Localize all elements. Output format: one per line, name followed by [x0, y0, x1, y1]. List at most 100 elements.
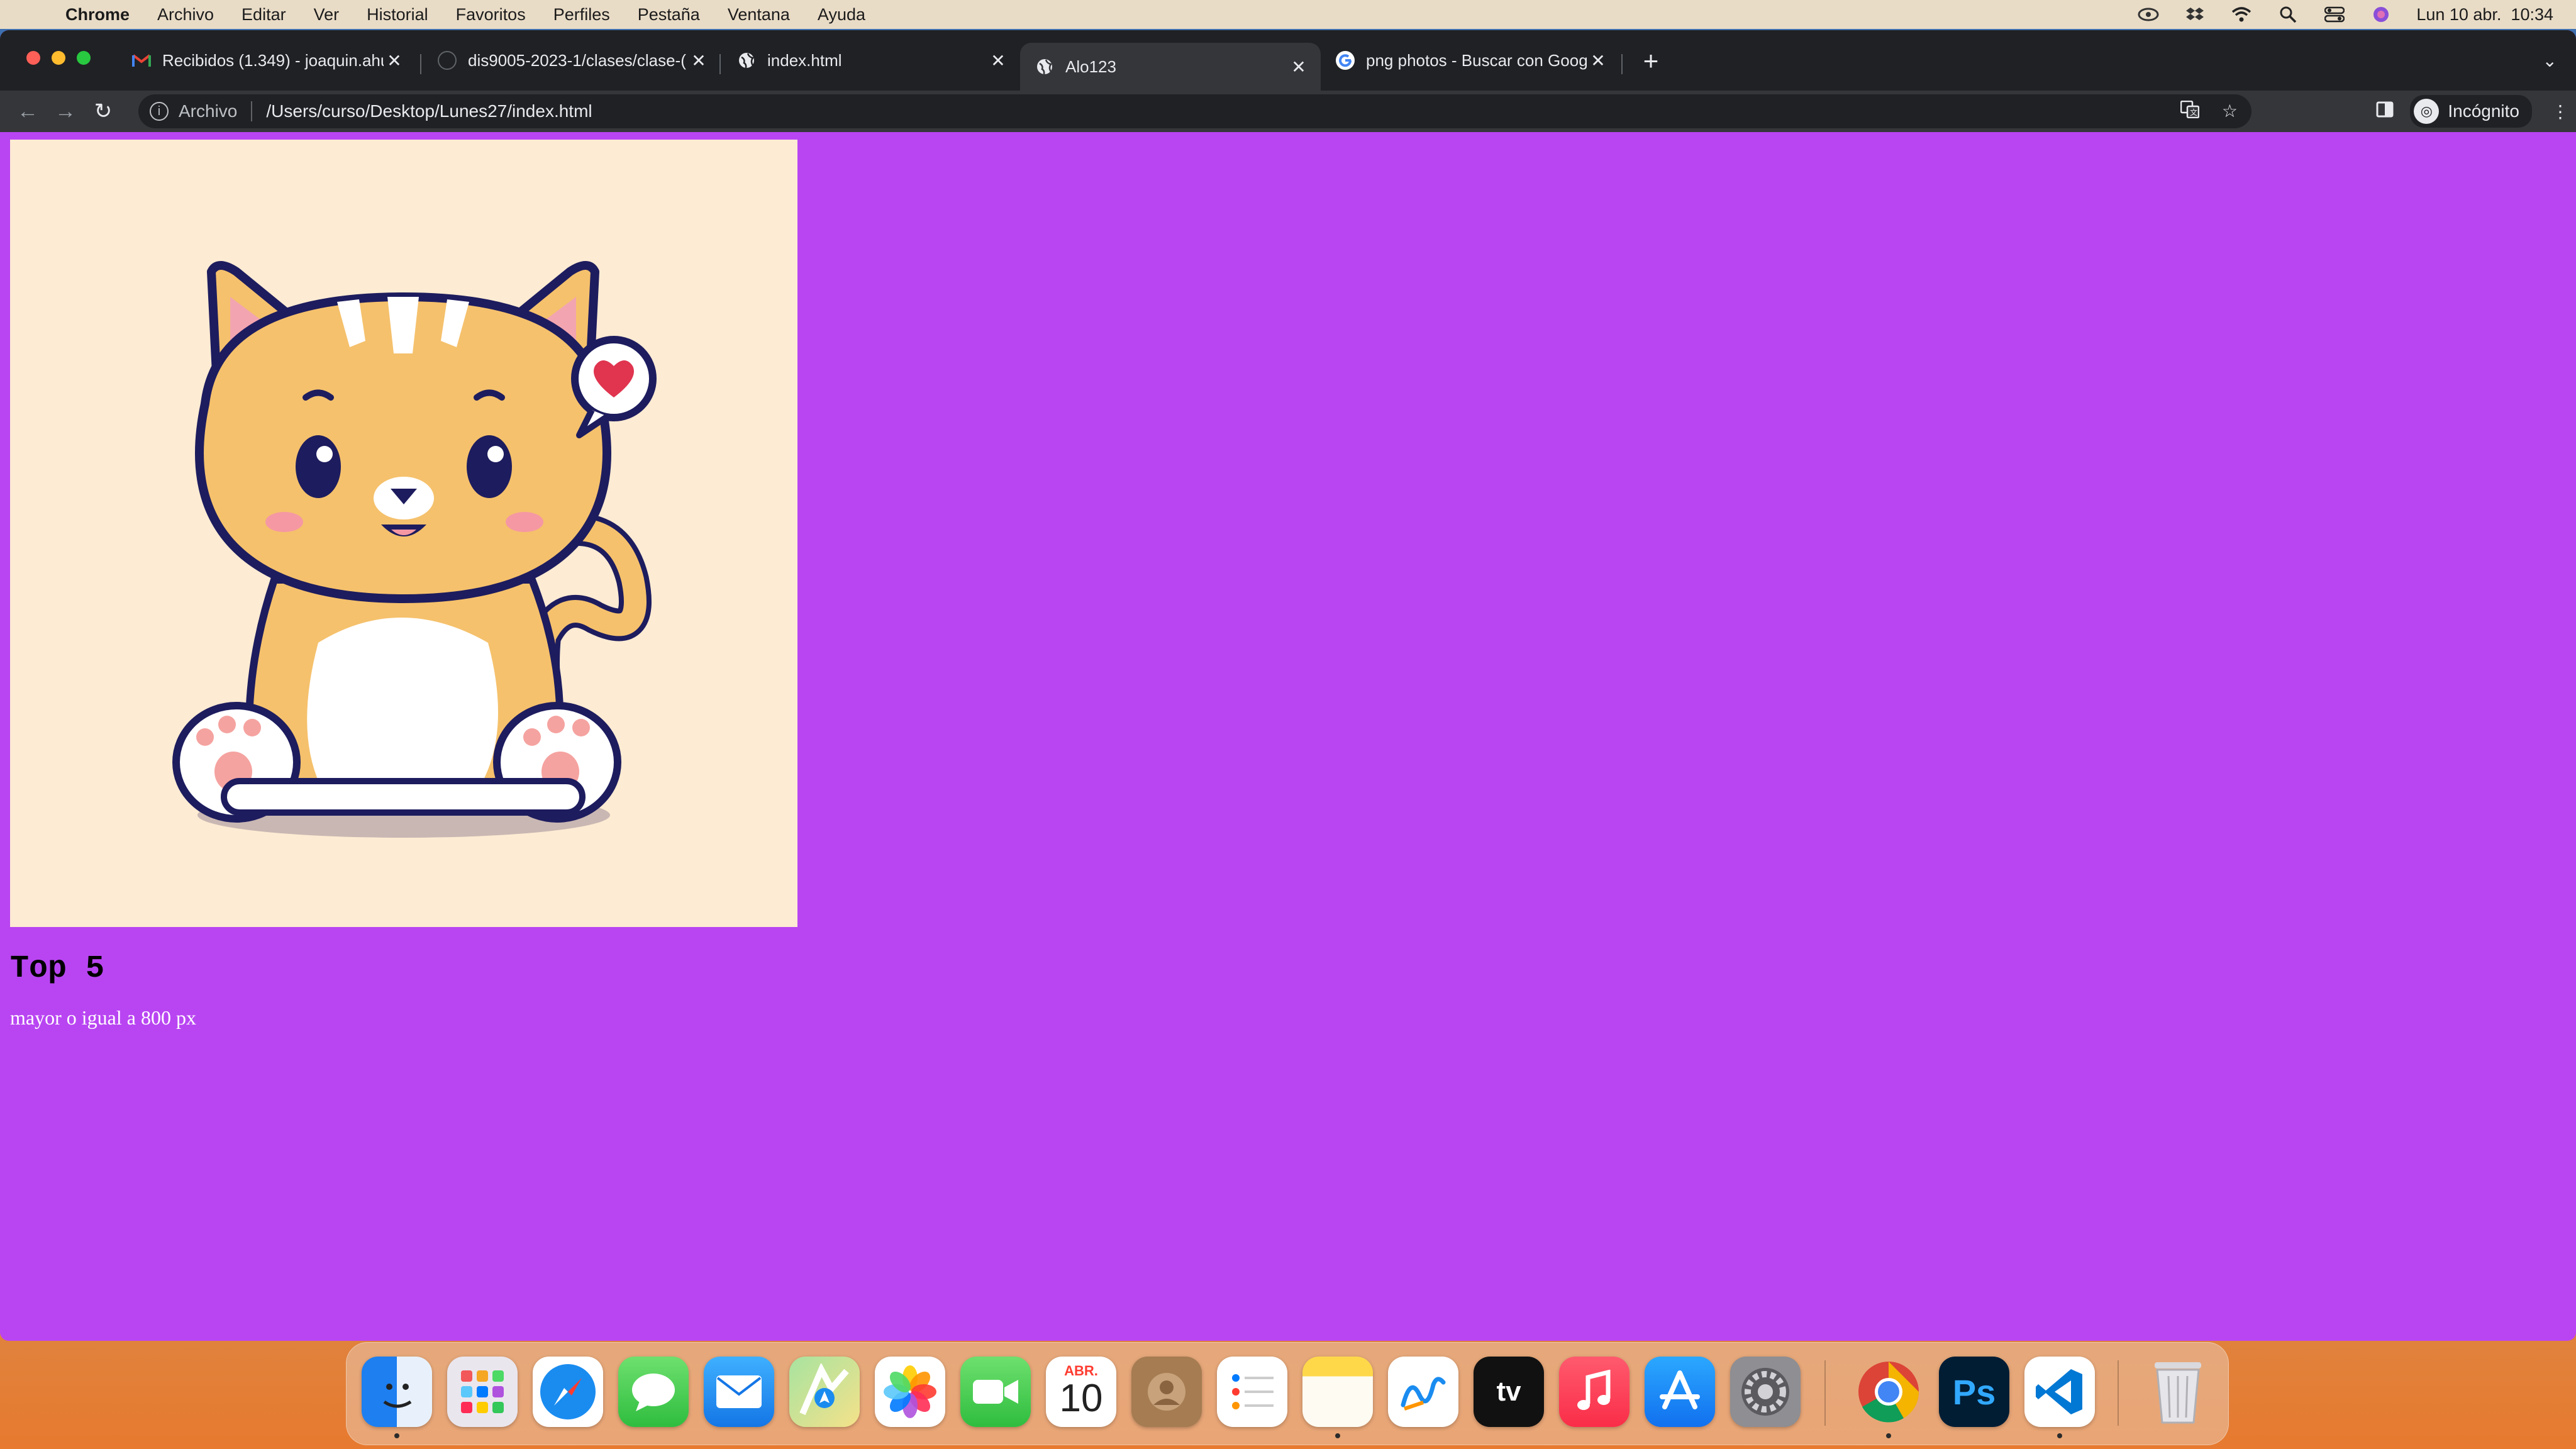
apple-tv-icon[interactable]: tv [1474, 1357, 1544, 1427]
back-button[interactable]: ← [9, 92, 47, 130]
running-indicator [394, 1433, 399, 1438]
tab-alo123-active[interactable]: Alo123 ✕ [1020, 43, 1321, 91]
incognito-label: Incógnito [2448, 101, 2519, 121]
creative-cloud-icon[interactable] [2137, 5, 2160, 24]
url-scheme-label: Archivo [179, 101, 238, 121]
chrome-icon[interactable] [1853, 1357, 1924, 1427]
safari-icon[interactable] [533, 1357, 603, 1427]
tab-divider [420, 54, 421, 74]
incognito-profile-button[interactable]: ◎ Incógnito [2410, 95, 2532, 128]
contacts-icon[interactable] [1131, 1357, 1202, 1427]
menu-favoritos[interactable]: Favoritos [456, 5, 526, 25]
menu-archivo[interactable]: Archivo [157, 5, 214, 25]
menu-historial[interactable]: Historial [367, 5, 428, 25]
tab-title: png photos - Buscar con Google [1366, 50, 1587, 70]
photoshop-icon[interactable]: Ps [1939, 1357, 2009, 1427]
calendar-month: ABR. [1064, 1363, 1098, 1379]
close-tab-icon[interactable]: ✕ [987, 50, 1009, 71]
messages-icon[interactable] [618, 1357, 689, 1427]
tab-divider [1621, 54, 1623, 74]
tab-title: Alo123 [1065, 57, 1116, 76]
url-divider [251, 101, 253, 121]
tab-title: index.html [767, 50, 842, 70]
browser-window: Recibidos (1.349) - joaquin.ahu ✕ dis900… [0, 30, 2576, 1341]
menu-editar[interactable]: Editar [242, 5, 286, 25]
fullscreen-window-button[interactable] [77, 51, 91, 65]
apple-tv-label: tv [1496, 1376, 1521, 1407]
tab-title: dis9005-2023-1/clases/clase-( [468, 50, 686, 70]
globe-icon [737, 51, 756, 70]
tab-strip: Recibidos (1.349) - joaquin.ahu ✕ dis900… [0, 30, 2576, 91]
trash-icon[interactable] [2143, 1357, 2213, 1427]
minimize-window-button[interactable] [52, 51, 65, 65]
close-tab-icon[interactable]: ✕ [1587, 50, 1609, 71]
freeform-icon[interactable] [1388, 1357, 1458, 1427]
menu-bar: Chrome Archivo Editar Ver Historial Favo… [0, 0, 2576, 29]
address-bar[interactable]: i Archivo /Users/curso/Desktop/Lunes27/i… [138, 94, 2251, 128]
running-indicator [2057, 1433, 2062, 1438]
close-tab-icon[interactable]: ✕ [1288, 57, 1309, 77]
reload-button[interactable]: ↻ [84, 92, 122, 130]
github-icon [438, 51, 457, 70]
system-settings-icon[interactable] [1730, 1357, 1801, 1427]
launchpad-icon[interactable] [447, 1357, 518, 1427]
mail-icon[interactable] [704, 1357, 774, 1427]
tab-title: Recibidos (1.349) - joaquin.ahu [162, 50, 384, 70]
incognito-icon: ◎ [2414, 99, 2440, 124]
notes-icon[interactable] [1302, 1357, 1373, 1427]
bookmark-star-icon[interactable]: ☆ [2222, 101, 2238, 123]
site-info-icon[interactable]: i [150, 102, 169, 121]
page-content: Top 5 mayor o igual a 800 px [0, 132, 2576, 1341]
page-paragraph: mayor o igual a 800 px [10, 1006, 196, 1029]
browser-toolbar: ← → ↻ i Archivo /Users/curso/Desktop/Lun… [0, 91, 2576, 132]
wifi-icon[interactable] [2230, 5, 2253, 24]
more-options-icon[interactable]: ⋮ [2545, 101, 2576, 122]
translate-icon[interactable]: 文 [2180, 100, 2200, 123]
calendar-day: 10 [1059, 1377, 1103, 1421]
dock-divider [2118, 1360, 2119, 1426]
tab-gmail[interactable]: Recibidos (1.349) - joaquin.ahu ✕ [117, 42, 416, 79]
close-window-button[interactable] [26, 51, 40, 65]
cat-image [10, 140, 797, 927]
reminders-icon[interactable] [1217, 1357, 1287, 1427]
tab-google-search[interactable]: png photos - Buscar con Google ✕ [1321, 42, 1620, 79]
menu-ventana[interactable]: Ventana [728, 5, 790, 25]
music-icon[interactable] [1559, 1357, 1629, 1427]
new-tab-button[interactable]: + [1635, 45, 1667, 77]
close-tab-icon[interactable]: ✕ [384, 50, 405, 71]
tab-search-chevron-icon[interactable]: ⌄ [2543, 50, 2557, 71]
finder-icon[interactable] [362, 1357, 432, 1427]
menu-ver[interactable]: Ver [314, 5, 340, 25]
side-panel-icon[interactable] [2376, 101, 2394, 123]
menu-ayuda[interactable]: Ayuda [818, 5, 865, 25]
menubar-clock[interactable]: Lun 10 abr. 10:34 [2416, 5, 2553, 25]
google-icon [1336, 51, 1355, 70]
photos-icon[interactable] [875, 1357, 945, 1427]
dropbox-icon[interactable] [2184, 5, 2206, 24]
calendar-icon[interactable]: ABR. 10 [1046, 1357, 1116, 1427]
gmail-icon [132, 51, 151, 70]
globe-icon [1035, 57, 1054, 76]
menu-perfiles[interactable]: Perfiles [553, 5, 610, 25]
app-store-icon[interactable] [1645, 1357, 1715, 1427]
vscode-icon[interactable] [2024, 1357, 2095, 1427]
tab-divider [719, 54, 721, 74]
running-indicator [1335, 1433, 1340, 1438]
tab-github[interactable]: dis9005-2023-1/clases/clase-( ✕ [423, 42, 721, 79]
url-text[interactable]: /Users/curso/Desktop/Lunes27/index.html [266, 101, 592, 121]
page-heading: Top 5 [10, 951, 105, 987]
facetime-icon[interactable] [960, 1357, 1031, 1427]
spotlight-search-icon[interactable] [2277, 5, 2299, 24]
dock-divider [1824, 1360, 1826, 1426]
svg-text:文: 文 [2190, 108, 2197, 117]
control-center-icon[interactable] [2323, 5, 2346, 24]
close-tab-icon[interactable]: ✕ [688, 50, 709, 71]
menu-pestana[interactable]: Pestaña [638, 5, 700, 25]
tab-index-html[interactable]: index.html ✕ [722, 42, 1020, 79]
maps-icon[interactable] [789, 1357, 860, 1427]
forward-button[interactable]: → [47, 92, 84, 130]
dock: ABR. 10 tv Ps [346, 1342, 2229, 1445]
siri-icon[interactable] [2370, 5, 2392, 24]
menu-app-name[interactable]: Chrome [65, 5, 130, 25]
photoshop-label: Ps [1952, 1372, 1996, 1412]
